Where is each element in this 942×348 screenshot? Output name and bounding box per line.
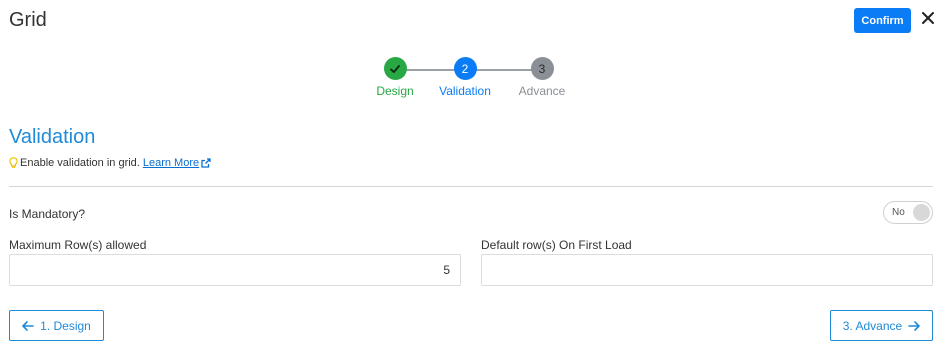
previous-step-button[interactable]: 1. Design	[9, 310, 104, 341]
step-validation[interactable]: 2 Validation	[430, 57, 500, 98]
is-mandatory-toggle[interactable]: No	[883, 201, 933, 224]
check-icon	[383, 57, 407, 80]
close-icon[interactable]	[921, 11, 935, 25]
learn-more-link[interactable]: Learn More	[143, 157, 199, 169]
is-mandatory-label: Is Mandatory?	[9, 207, 86, 221]
divider	[9, 186, 933, 187]
step-label: Advance	[518, 84, 566, 98]
section-title: Validation	[9, 126, 96, 148]
default-rows-label: Default row(s) On First Load	[481, 238, 632, 252]
previous-step-label: 1. Design	[40, 318, 91, 333]
max-rows-label: Maximum Row(s) allowed	[9, 238, 147, 252]
max-rows-input[interactable]	[9, 254, 461, 286]
toggle-state-text: No	[892, 207, 905, 218]
hint-text: Enable validation in grid.	[20, 157, 140, 169]
arrow-right-icon	[908, 320, 920, 331]
validation-hint: Enable validation in grid. Learn More	[9, 157, 211, 169]
arrow-left-icon	[22, 320, 34, 331]
confirm-button[interactable]: Confirm	[854, 8, 911, 33]
step-advance[interactable]: 3 Advance	[507, 57, 577, 98]
step-label: Validation	[439, 84, 491, 98]
lightbulb-icon	[9, 157, 18, 168]
next-step-button[interactable]: 3. Advance	[830, 310, 933, 341]
step-number: 3	[530, 57, 554, 80]
next-step-label: 3. Advance	[842, 318, 903, 333]
step-design[interactable]: Design	[360, 57, 430, 98]
stepper: Design 2 Validation 3 Advance	[370, 57, 580, 101]
toggle-knob	[913, 204, 930, 221]
step-label: Design	[376, 84, 414, 98]
step-number: 2	[453, 57, 477, 80]
page-title: Grid	[9, 9, 47, 31]
default-rows-input[interactable]	[481, 254, 933, 286]
external-link-icon[interactable]	[201, 158, 211, 168]
